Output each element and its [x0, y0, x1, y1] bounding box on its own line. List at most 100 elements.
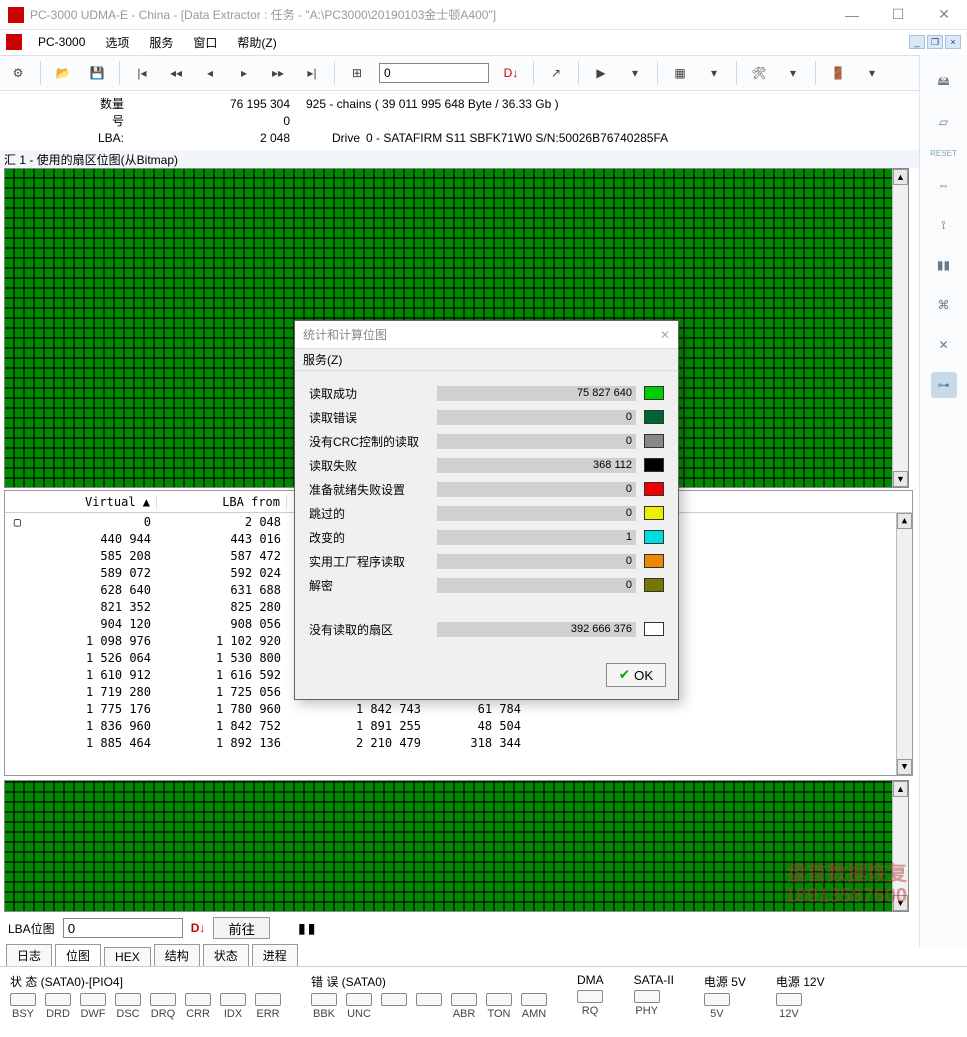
drive-flag2-icon[interactable]: D↓ [191, 921, 206, 935]
reset-icon[interactable]: ⏥ [931, 109, 957, 135]
led-indicator [185, 993, 211, 1006]
prev-page-icon[interactable]: ◂◂ [164, 61, 188, 85]
drive-icon[interactable]: 🖴 [931, 69, 957, 95]
bitmap-scrollbar[interactable]: ▲ ▼ [892, 169, 908, 487]
lba-control: LBA位图 D↓ 前往 ▮▮ 图响 [0, 914, 967, 942]
scroll-down-icon[interactable]: ▼ [897, 759, 912, 775]
bitmap-lower[interactable]: ▲ ▼ [4, 780, 909, 912]
ok-button[interactable]: ✔OK [606, 663, 666, 687]
stat-label: 读取错误 [309, 409, 429, 426]
drive-flag-icon[interactable]: D↓ [499, 61, 523, 85]
next-icon[interactable]: ▸ [232, 61, 256, 85]
scroll-down-icon[interactable]: ▼ [893, 471, 908, 487]
play-icon[interactable]: ▶ [589, 61, 613, 85]
stat-label: 准备就绪失败设置 [309, 481, 429, 498]
skip-first-icon[interactable]: |◂ [130, 61, 154, 85]
num-value: 0 [130, 114, 300, 128]
dropdown4-icon[interactable]: ▾ [860, 61, 884, 85]
menu-help[interactable]: 帮助(Z) [229, 32, 284, 53]
tab-2[interactable]: HEX [104, 947, 151, 966]
stat-value: 0 [437, 410, 636, 425]
toolbar-lba-input[interactable] [379, 63, 489, 83]
cell-c3: 2 210 479 [287, 736, 427, 750]
led-indicator [704, 993, 730, 1006]
mdi-minimize[interactable]: _ [909, 35, 925, 49]
dropdown2-icon[interactable]: ▾ [702, 61, 726, 85]
cell-lba-from: 1 102 920 [157, 634, 287, 648]
led-indicator [80, 993, 106, 1006]
menu-services[interactable]: 服务 [141, 32, 181, 53]
go-button[interactable]: 前往 [213, 917, 270, 939]
minimize-button[interactable]: — [829, 0, 875, 30]
stat-swatch [644, 434, 664, 448]
stat-row: 实用工厂程序读取 0 [309, 549, 664, 573]
mdi-restore[interactable]: ❐ [927, 35, 943, 49]
tab-1[interactable]: 位图 [55, 944, 101, 966]
th-lba-from[interactable]: LBA from [157, 495, 287, 509]
tab-0[interactable]: 日志 [6, 944, 52, 966]
tab-3[interactable]: 结构 [154, 944, 200, 966]
maximize-button[interactable]: ☐ [875, 0, 921, 30]
pause-side-icon[interactable]: ▮▮ [931, 252, 957, 278]
settings-icon[interactable]: ⚙ [6, 61, 30, 85]
dropdown3-icon[interactable]: ▾ [781, 61, 805, 85]
align-icon[interactable]: ⇔ [931, 172, 957, 198]
led-label: IDX [220, 1008, 246, 1020]
stat-label: 读取失败 [309, 457, 429, 474]
menu-options[interactable]: 选项 [97, 32, 137, 53]
stat-row: 解密 0 [309, 573, 664, 597]
dialog-close-icon[interactable]: ✕ [660, 328, 670, 342]
connect-icon[interactable]: ⊶ [931, 372, 957, 398]
table-row[interactable]: 1 836 960 1 842 752 1 891 255 48 504 [5, 717, 912, 734]
prev-icon[interactable]: ◂ [198, 61, 222, 85]
cell-lba-from: 2 048 [157, 515, 287, 529]
stat-row-unread: 没有读取的扇区 392 666 376 [309, 617, 664, 641]
menu-window[interactable]: 窗口 [185, 32, 225, 53]
dialog-title: 统计和计算位图 [303, 326, 387, 343]
circuit-icon[interactable]: ⌘ [931, 292, 957, 318]
spindle-icon[interactable]: ⟟ [931, 212, 957, 238]
next-page-icon[interactable]: ▸▸ [266, 61, 290, 85]
cell-virtual: 1 610 912 [27, 668, 157, 682]
stat-row: 跳过的 0 [309, 501, 664, 525]
status-title: 电源 12V [776, 973, 825, 990]
row-icon: ▢ [5, 515, 27, 529]
cell-c3: 1 891 255 [287, 719, 427, 733]
cell-lba-from: 1 842 752 [157, 719, 287, 733]
cell-lba-from: 1 616 592 [157, 668, 287, 682]
cell-lba-from: 631 688 [157, 583, 287, 597]
led-label: AMN [521, 1008, 547, 1020]
led-indicator [451, 993, 477, 1006]
lba-bitmap-input[interactable] [63, 918, 183, 938]
led-indicator [346, 993, 372, 1006]
led-label: DRD [45, 1008, 71, 1020]
app-menu-icon[interactable] [6, 34, 22, 50]
pause-icon[interactable]: ▮▮ [298, 920, 317, 937]
tab-4[interactable]: 状态 [203, 944, 249, 966]
exit-icon[interactable]: 🚪 [826, 61, 850, 85]
open-icon[interactable]: 📂 [51, 61, 75, 85]
dialog-menu[interactable]: 服务(Z) [295, 349, 678, 371]
table-icon[interactable]: ▦ [668, 61, 692, 85]
tab-5[interactable]: 进程 [252, 944, 298, 966]
th-virtual[interactable]: Virtual ▲ [27, 495, 157, 509]
table-scrollbar[interactable]: ▲ ▼ [896, 513, 912, 775]
table-row[interactable]: 1 885 464 1 892 136 2 210 479 318 344 [5, 734, 912, 751]
tools-icon[interactable]: 🛠 [747, 61, 771, 85]
scroll-up-icon[interactable]: ▲ [897, 513, 912, 529]
grid-icon[interactable]: ⊞ [345, 61, 369, 85]
scroll-up-icon[interactable]: ▲ [893, 781, 908, 797]
led-label: 12V [776, 1008, 802, 1020]
led-label: ABR [451, 1008, 477, 1020]
mdi-close[interactable]: × [945, 35, 961, 49]
app-name[interactable]: PC-3000 [30, 33, 93, 51]
close-button[interactable]: ✕ [921, 0, 967, 30]
export-icon[interactable]: ↗ [544, 61, 568, 85]
cell-c4: 61 784 [427, 702, 527, 716]
skip-last-icon[interactable]: ▸| [300, 61, 324, 85]
save-icon[interactable]: 💾 [85, 61, 109, 85]
disconnect-icon[interactable]: ✕ [931, 332, 957, 358]
table-row[interactable]: 1 775 176 1 780 960 1 842 743 61 784 [5, 700, 912, 717]
dropdown-icon[interactable]: ▾ [623, 61, 647, 85]
scroll-up-icon[interactable]: ▲ [893, 169, 908, 185]
